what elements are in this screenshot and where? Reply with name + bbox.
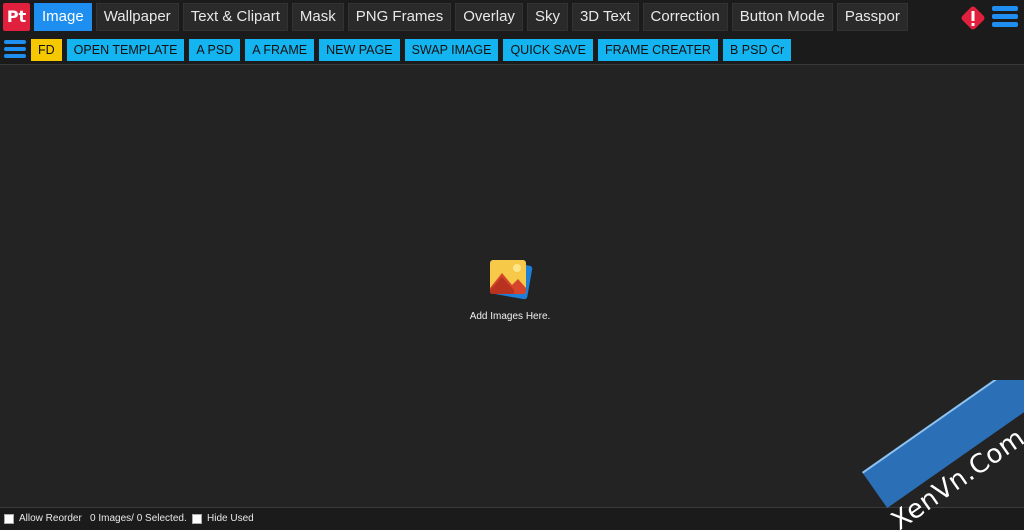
tab-passport[interactable]: Passpor: [836, 3, 908, 31]
frame-creater-button[interactable]: FRAME CREATER: [597, 39, 718, 61]
side-menu-icon[interactable]: [4, 40, 26, 60]
tab-overlay[interactable]: Overlay: [455, 3, 523, 31]
allow-reorder-checkbox[interactable]: [4, 513, 14, 524]
tab-mask[interactable]: Mask: [291, 3, 344, 31]
top-tab-bar: Pt Image Wallpaper Text & Clipart Mask P…: [0, 0, 1024, 34]
tab-text-clipart[interactable]: Text & Clipart: [182, 3, 288, 31]
hide-used-checkbox[interactable]: [192, 513, 202, 524]
add-images-text: Add Images Here.: [469, 311, 551, 322]
action-toolbar: FD OPEN TEMPLATE A PSD A FRAME NEW PAGE …: [0, 36, 1024, 64]
a-psd-button[interactable]: A PSD: [189, 39, 241, 61]
tab-image[interactable]: Image: [34, 3, 92, 31]
add-images-icon[interactable]: [486, 257, 534, 303]
app-logo: Pt: [3, 3, 30, 31]
tab-png-frames[interactable]: PNG Frames: [347, 3, 452, 31]
hamburger-menu-icon[interactable]: [992, 6, 1018, 28]
open-template-button[interactable]: OPEN TEMPLATE: [66, 39, 185, 61]
alert-icon[interactable]: [958, 3, 988, 33]
tab-3d-text[interactable]: 3D Text: [571, 3, 639, 31]
image-drop-area[interactable]: Add Images Here.: [0, 64, 1024, 508]
swap-image-button[interactable]: SWAP IMAGE: [404, 39, 499, 61]
tab-list: Image Wallpaper Text & Clipart Mask PNG …: [34, 3, 908, 31]
image-count: 0 Images/ 0 Selected.: [90, 513, 187, 524]
a-frame-button[interactable]: A FRAME: [245, 39, 315, 61]
tab-wallpaper[interactable]: Wallpaper: [95, 3, 179, 31]
empty-state[interactable]: Add Images Here.: [440, 257, 580, 322]
image-count-text: 0 Images/ 0 Selected.: [90, 513, 187, 524]
allow-reorder-toggle[interactable]: Allow Reorder: [4, 513, 82, 524]
allow-reorder-label: Allow Reorder: [19, 513, 82, 524]
b-psd-cr-button[interactable]: B PSD Cr: [722, 39, 792, 61]
fd-button[interactable]: FD: [31, 39, 62, 61]
tab-button-mode[interactable]: Button Mode: [731, 3, 833, 31]
hide-used-toggle[interactable]: Hide Used: [192, 513, 254, 524]
tab-correction[interactable]: Correction: [642, 3, 728, 31]
new-page-button[interactable]: NEW PAGE: [319, 39, 400, 61]
hide-used-label: Hide Used: [207, 513, 254, 524]
tab-sky[interactable]: Sky: [526, 3, 568, 31]
quick-save-button[interactable]: QUICK SAVE: [503, 39, 593, 61]
status-bar: Allow Reorder 0 Images/ 0 Selected. Hide…: [0, 508, 1024, 530]
action-buttons: FD OPEN TEMPLATE A PSD A FRAME NEW PAGE …: [31, 39, 792, 61]
